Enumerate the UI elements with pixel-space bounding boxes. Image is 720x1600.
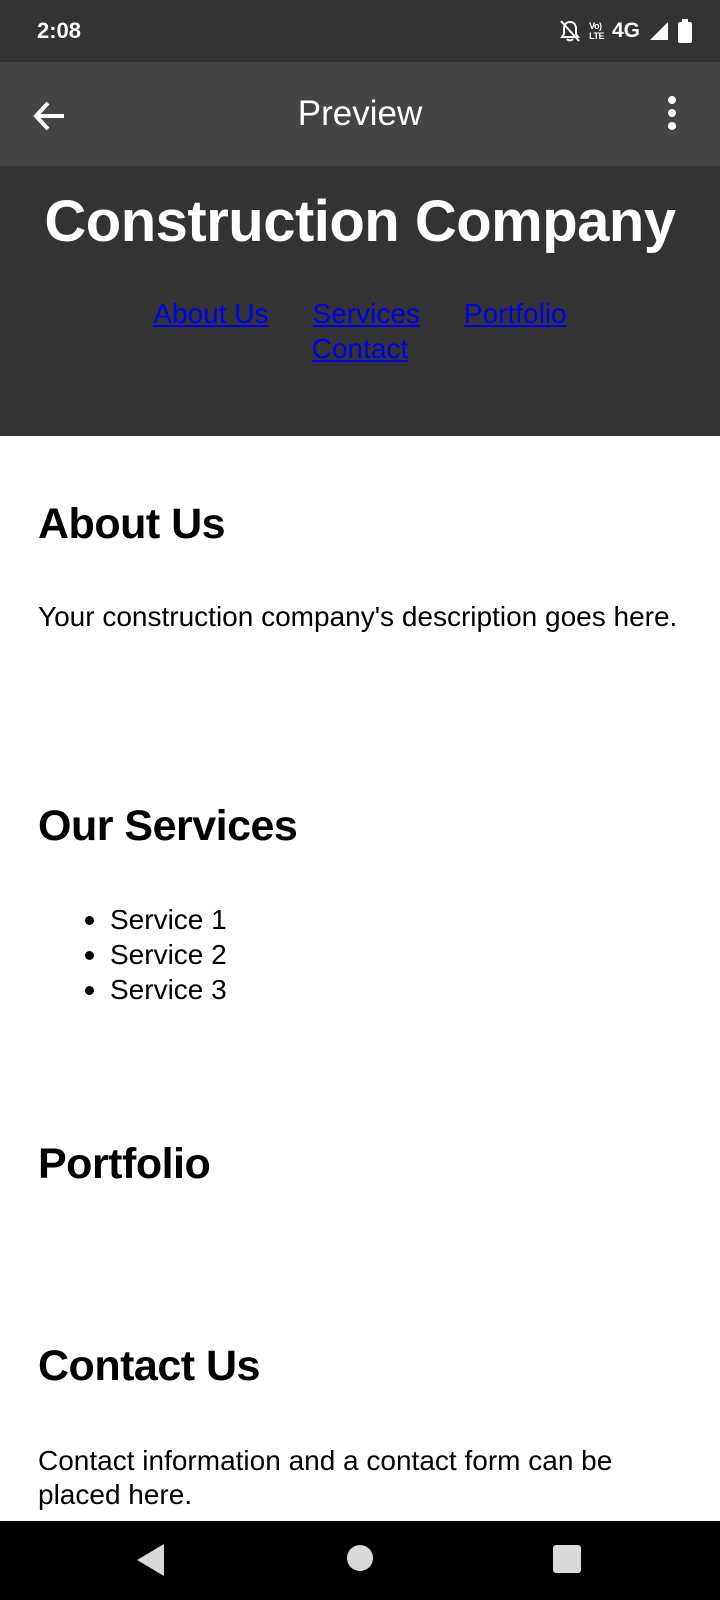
site-nav: About Us Services Portfolio Contact: [0, 296, 720, 366]
services-list: Service 1 Service 2 Service 3: [85, 902, 227, 1007]
about-heading: About Us: [38, 500, 226, 548]
contact-text: Contact information and a contact form c…: [38, 1445, 613, 1510]
battery-icon: [678, 19, 692, 43]
nav-link-about[interactable]: About Us: [153, 296, 268, 331]
site-title: Construction Company: [44, 189, 676, 254]
status-bar: 2:08 Vo) LTE 4G: [0, 0, 720, 62]
portfolio-heading: Portfolio: [38, 1140, 211, 1188]
list-item: Service 2: [85, 939, 227, 970]
overflow-menu-button[interactable]: [662, 94, 682, 134]
volte-icon: Vo) LTE: [589, 21, 604, 41]
list-item: Service 1: [85, 904, 227, 935]
network-type-label: 4G: [611, 19, 640, 42]
app-bar-title: Preview: [297, 94, 423, 133]
nav-link-services[interactable]: Services: [313, 296, 420, 331]
nav-link-contact[interactable]: Contact: [312, 331, 409, 366]
nav-link-portfolio[interactable]: Portfolio: [464, 296, 567, 331]
home-circle-icon: [347, 1545, 373, 1571]
services-heading: Our Services: [38, 802, 298, 850]
site-nav-row: About Us Services Portfolio: [0, 296, 720, 331]
status-icons: Vo) LTE 4G: [559, 14, 692, 48]
system-nav-bar: [0, 1521, 720, 1600]
contact-heading: Contact Us: [38, 1342, 260, 1390]
volte-top-label: Vo): [589, 21, 602, 31]
about-text: Your construction company's description …: [38, 601, 678, 632]
signal-icon: [650, 22, 668, 40]
site-header: Construction Company About Us Services P…: [0, 166, 720, 436]
system-back-button[interactable]: [134, 1541, 166, 1584]
recents-square-icon: [553, 1545, 581, 1573]
back-triangle-icon: [137, 1544, 164, 1576]
status-time: 2:08: [37, 18, 82, 43]
list-item: Service 3: [85, 974, 227, 1005]
site-nav-row: Contact: [0, 331, 720, 366]
system-home-button[interactable]: [345, 1543, 375, 1578]
volte-bottom-label: LTE: [589, 31, 604, 41]
bell-off-icon: [560, 20, 581, 42]
app-bar: Preview: [0, 62, 720, 166]
more-vert-icon: [668, 96, 676, 130]
system-recents-button[interactable]: [552, 1544, 582, 1579]
